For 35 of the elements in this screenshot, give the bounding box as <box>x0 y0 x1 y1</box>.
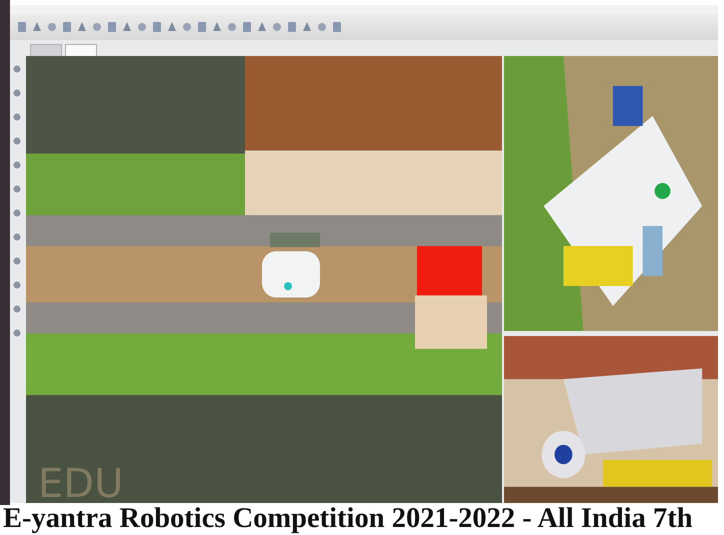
tool-icon[interactable] <box>106 20 118 34</box>
tool-icon[interactable] <box>31 20 43 34</box>
tool-icon[interactable] <box>12 280 22 290</box>
tool-icon[interactable] <box>271 20 283 34</box>
tool-icon[interactable] <box>256 20 268 34</box>
tool-icon[interactable] <box>12 256 22 266</box>
tool-icon[interactable] <box>151 20 163 34</box>
caption: E-yantra Robotics Competition 2021-2022 - All India 7th <box>3 503 693 535</box>
tool-icon[interactable] <box>286 20 298 34</box>
tool-icon[interactable] <box>316 20 328 34</box>
tool-icon[interactable] <box>46 20 58 34</box>
tool-icon[interactable] <box>61 20 73 34</box>
tool-icon[interactable] <box>12 184 22 194</box>
tool-icon[interactable] <box>226 20 238 34</box>
tool-icon[interactable] <box>12 232 22 242</box>
tool-icon[interactable] <box>16 20 28 34</box>
tool-icon[interactable] <box>181 20 193 34</box>
tool-icon[interactable] <box>12 160 22 170</box>
tool-icon[interactable] <box>76 20 88 34</box>
tool-icon[interactable] <box>12 88 22 98</box>
tool-icon[interactable] <box>166 20 178 34</box>
tool-icon[interactable] <box>91 20 103 34</box>
tool-icon[interactable] <box>12 112 22 122</box>
tool-icon[interactable] <box>12 208 22 218</box>
tool-icon[interactable] <box>241 20 253 34</box>
tool-icon[interactable] <box>12 64 22 74</box>
tool-icon[interactable] <box>331 20 343 34</box>
tool-icon[interactable] <box>136 20 148 34</box>
tool-icon[interactable] <box>12 328 22 338</box>
tool-icon[interactable] <box>12 304 22 314</box>
tool-icon[interactable] <box>211 20 223 34</box>
tool-icon[interactable] <box>12 136 22 146</box>
tool-icon[interactable] <box>121 20 133 34</box>
tool-icon[interactable] <box>196 20 208 34</box>
tool-icon[interactable] <box>301 20 313 34</box>
